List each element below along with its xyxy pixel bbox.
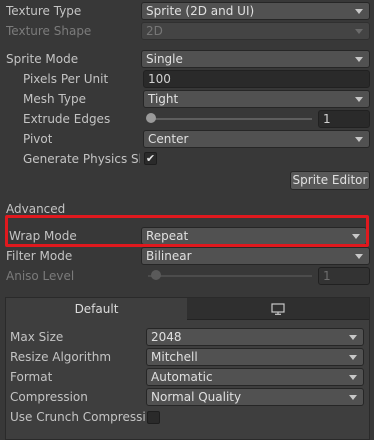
- chevron-down-icon: [355, 254, 363, 259]
- extrude-edges-label: Extrude Edges: [23, 112, 111, 126]
- texture-type-value: Sprite (2D and UI): [146, 4, 255, 18]
- chevron-down-icon: [349, 355, 357, 360]
- aniso-level-slider-track: [148, 275, 312, 277]
- pivot-row: Pivot Center: [0, 129, 374, 149]
- chevron-down-icon: [349, 395, 357, 400]
- sprite-mode-row: Sprite Mode Single: [0, 49, 374, 69]
- tab-default[interactable]: Default: [6, 298, 187, 320]
- chevron-down-icon: [355, 57, 363, 62]
- use-crunch-compression-label: Use Crunch Compressio: [10, 410, 146, 424]
- texture-shape-row: Texture Shape 2D: [0, 21, 374, 41]
- chevron-down-icon: [349, 375, 357, 380]
- extrude-edges-slider-handle[interactable]: [146, 113, 156, 123]
- filter-mode-value: Bilinear: [146, 249, 192, 263]
- chevron-down-icon: [355, 9, 363, 14]
- pixels-per-unit-field[interactable]: 100: [143, 70, 370, 88]
- sprite-editor-button[interactable]: Sprite Editor: [290, 171, 370, 190]
- use-crunch-compression-row: Use Crunch Compressio: [0, 407, 374, 427]
- mesh-type-label: Mesh Type: [23, 92, 86, 106]
- aniso-level-slider-handle: [151, 270, 161, 280]
- compression-row: Compression Normal Quality: [0, 387, 374, 407]
- tab-standalone[interactable]: [187, 298, 369, 320]
- filter-mode-label: Filter Mode: [6, 249, 73, 263]
- format-dropdown[interactable]: Automatic: [146, 368, 364, 386]
- aniso-level-row: Aniso Level 1: [0, 266, 374, 286]
- chevron-down-icon: [355, 97, 363, 102]
- format-value: Automatic: [151, 370, 213, 384]
- mesh-type-value: Tight: [148, 92, 179, 106]
- extrude-edges-field[interactable]: 1: [318, 110, 370, 128]
- resize-algorithm-label: Resize Algorithm: [10, 350, 112, 364]
- monitor-icon: [271, 303, 285, 315]
- extrude-edges-slider-track[interactable]: [148, 118, 312, 120]
- texture-type-row: Texture Type Sprite (2D and UI): [0, 1, 374, 21]
- max-size-dropdown[interactable]: 2048: [146, 328, 364, 346]
- compression-label: Compression: [10, 390, 88, 404]
- pivot-dropdown[interactable]: Center: [143, 130, 370, 148]
- generate-physics-shape-row: Generate Physics Sha ✔: [0, 149, 374, 169]
- filter-mode-row: Filter Mode Bilinear: [0, 246, 374, 266]
- mesh-type-row: Mesh Type Tight: [0, 89, 374, 109]
- texture-shape-dropdown: 2D: [141, 22, 370, 40]
- pivot-label: Pivot: [23, 132, 53, 146]
- sprite-mode-value: Single: [146, 52, 183, 66]
- chevron-down-icon: [355, 29, 363, 34]
- mesh-type-dropdown[interactable]: Tight: [143, 90, 370, 108]
- wrap-mode-row: Wrap Mode Repeat: [0, 226, 374, 246]
- texture-type-dropdown[interactable]: Sprite (2D and UI): [141, 2, 370, 20]
- pixels-per-unit-label: Pixels Per Unit: [23, 72, 109, 86]
- sprite-mode-dropdown[interactable]: Single: [141, 50, 370, 68]
- resize-algorithm-value: Mitchell: [151, 350, 198, 364]
- texture-type-label: Texture Type: [6, 4, 82, 18]
- texture-shape-label: Texture Shape: [6, 24, 92, 38]
- wrap-mode-dropdown[interactable]: Repeat: [141, 227, 367, 245]
- pixels-per-unit-row: Pixels Per Unit 100: [0, 69, 374, 89]
- chevron-down-icon: [352, 234, 360, 239]
- aniso-level-field: 1: [318, 267, 370, 285]
- filter-mode-dropdown[interactable]: Bilinear: [141, 247, 370, 265]
- texture-shape-value: 2D: [146, 24, 163, 38]
- compression-value: Normal Quality: [151, 390, 242, 404]
- max-size-label: Max Size: [10, 330, 64, 344]
- format-label: Format: [10, 370, 53, 384]
- max-size-row: Max Size 2048: [0, 327, 374, 347]
- generate-physics-shape-label: Generate Physics Sha: [23, 152, 140, 166]
- format-row: Format Automatic: [0, 367, 374, 387]
- use-crunch-compression-checkbox[interactable]: [147, 411, 160, 424]
- advanced-section-row: Advanced: [0, 199, 374, 219]
- wrap-mode-label: Wrap Mode: [9, 229, 77, 243]
- resize-algorithm-dropdown[interactable]: Mitchell: [146, 348, 364, 366]
- generate-physics-shape-checkbox[interactable]: ✔: [144, 152, 157, 165]
- max-size-value: 2048: [151, 330, 182, 344]
- chevron-down-icon: [355, 137, 363, 142]
- chevron-down-icon: [349, 335, 357, 340]
- sprite-mode-label: Sprite Mode: [6, 52, 79, 66]
- wrap-mode-value: Repeat: [146, 229, 189, 243]
- compression-dropdown[interactable]: Normal Quality: [146, 388, 364, 406]
- advanced-header: Advanced: [6, 202, 66, 216]
- pivot-value: Center: [148, 132, 189, 146]
- resize-algorithm-row: Resize Algorithm Mitchell: [0, 347, 374, 367]
- extrude-edges-row: Extrude Edges 1: [0, 109, 374, 129]
- aniso-level-label: Aniso Level: [6, 269, 75, 283]
